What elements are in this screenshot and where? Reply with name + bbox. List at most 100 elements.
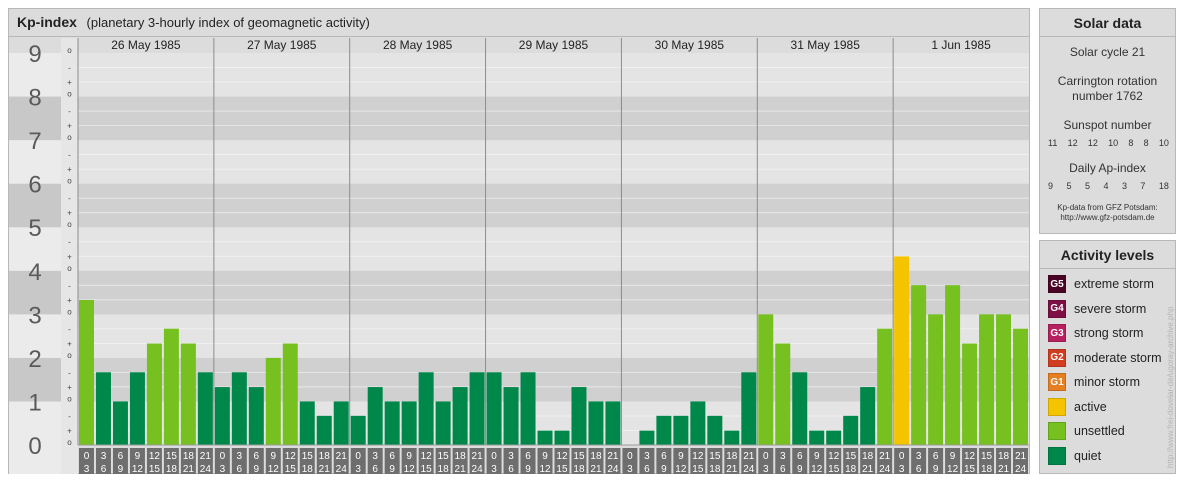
interval-end-label: 12: [947, 464, 959, 474]
plot-level-band: [78, 96, 1029, 141]
interval-end-label: 3: [84, 464, 90, 474]
interval-end-label: 3: [491, 464, 497, 474]
legend-swatch: G3: [1048, 324, 1066, 343]
legend-label: active: [1074, 399, 1107, 414]
interval-end-label: 6: [780, 464, 786, 474]
interval-end-label: 3: [899, 464, 905, 474]
interval-end-label: 9: [661, 464, 667, 474]
kp-bar: [214, 387, 230, 445]
interval-start-label: 0: [491, 451, 497, 462]
interval-end-label: 24: [607, 464, 619, 474]
interval-start-label: 0: [627, 451, 633, 462]
interval-end-label: 21: [862, 464, 874, 474]
interval-end-label: 3: [355, 464, 361, 474]
interval-end-label: 15: [964, 464, 976, 474]
kp-bar: [571, 387, 587, 445]
kp-bar: [843, 415, 859, 445]
legend-label: moderate storm: [1074, 350, 1162, 365]
kp-bar: [503, 387, 519, 445]
interval-start-label: 15: [166, 451, 178, 462]
interval-start-label: 15: [438, 451, 450, 462]
interval-start-label: 21: [743, 451, 755, 462]
y-minor-tick-label: o: [67, 46, 72, 55]
interval-start-label: 12: [556, 451, 568, 462]
interval-end-label: 12: [404, 464, 416, 474]
kp-bar: [452, 387, 468, 445]
interval-end-label: 6: [101, 464, 107, 474]
legend-label: unsettled: [1074, 424, 1125, 439]
kp-bar: [520, 372, 536, 445]
sunspot-value: 8: [1143, 138, 1149, 148]
day-label: 29 May 1985: [519, 38, 589, 52]
kp-bar: [911, 285, 927, 445]
legend-swatch: [1048, 446, 1066, 465]
interval-start-label: 21: [336, 451, 348, 462]
ap-value: 5: [1084, 181, 1090, 191]
day-label: 26 May 1985: [111, 38, 181, 52]
kp-bar-chart: 0123456789o+-o+-o+-o+-o+-o+-o+-o+-o+-o 26…: [9, 38, 1029, 474]
watermark: http://www.frei-dovelar-de/ugoray-archiv…: [1166, 306, 1175, 468]
y-minor-tick-label: -: [68, 194, 71, 203]
legend-swatch: [1048, 422, 1066, 441]
solar-data-panel: Solar data Solar cycle 21 Carrington rot…: [1039, 8, 1176, 234]
interval-end-label: 12: [811, 464, 823, 474]
interval-start-label: 21: [607, 451, 619, 462]
y-minor-tick-label: +: [67, 383, 72, 392]
interval-end-label: 12: [539, 464, 551, 474]
y-minor-tick-label: o: [67, 264, 72, 273]
interval-end-label: 21: [455, 464, 467, 474]
y-minor-tick-label: -: [68, 151, 71, 160]
ap-value: 5: [1066, 181, 1072, 191]
kp-bar: [945, 285, 961, 445]
kp-bar: [79, 299, 94, 445]
interval-start-label: 18: [726, 451, 738, 462]
legend-item: G4 severe storm: [1040, 297, 1175, 322]
interval-end-label: 24: [879, 464, 891, 474]
interval-start-label: 6: [254, 451, 260, 462]
kp-bar: [792, 372, 808, 445]
interval-start-label: 9: [542, 451, 548, 462]
legend-swatch: [1048, 397, 1066, 416]
y-minor-tick-label: o: [67, 438, 72, 447]
day-label: 27 May 1985: [247, 38, 317, 52]
y-major-tick-label: 5: [28, 215, 41, 242]
plot-level-band: [78, 53, 1029, 97]
kp-bar: [384, 401, 400, 445]
y-minor-tick-label: +: [67, 78, 72, 87]
kp-bar: [724, 430, 740, 445]
interval-end-label: 18: [573, 464, 585, 474]
kp-bar: [605, 401, 621, 445]
interval-end-label: 9: [118, 464, 124, 474]
legend-item: quiet: [1040, 444, 1175, 469]
interval-end-label: 24: [743, 464, 755, 474]
interval-end-label: 6: [372, 464, 378, 474]
interval-end-label: 9: [525, 464, 531, 474]
kp-bar: [469, 372, 485, 445]
ap-value: 4: [1103, 181, 1109, 191]
interval-start-label: 3: [372, 451, 378, 462]
interval-start-label: 0: [899, 451, 905, 462]
credit-link[interactable]: http://www.gfz-potsdam.de: [1040, 213, 1175, 223]
interval-start-label: 21: [879, 451, 891, 462]
kp-bar: [435, 401, 451, 445]
interval-start-label: 9: [406, 451, 412, 462]
interval-end-label: 15: [692, 464, 704, 474]
interval-end-label: 18: [709, 464, 721, 474]
y-major-tick-label: 3: [28, 302, 41, 329]
kp-bar: [299, 401, 315, 445]
legend-item: G1 minor storm: [1040, 370, 1175, 395]
interval-end-label: 15: [285, 464, 297, 474]
activity-legend: G5 extreme storm G4 severe storm G3 strong st…: [1040, 269, 1175, 468]
kp-bar: [656, 415, 672, 445]
legend-swatch: G1: [1048, 373, 1066, 392]
legend-swatch: G2: [1048, 348, 1066, 367]
interval-start-label: 21: [200, 451, 212, 462]
interval-start-label: 15: [573, 451, 585, 462]
interval-end-label: 24: [472, 464, 484, 474]
y-minor-tick-label: -: [68, 368, 71, 377]
interval-start-label: 9: [271, 451, 277, 462]
plot-level-band: [78, 183, 1029, 228]
interval-start-label: 6: [661, 451, 667, 462]
interval-start-label: 12: [828, 451, 840, 462]
kp-bar: [877, 328, 893, 445]
